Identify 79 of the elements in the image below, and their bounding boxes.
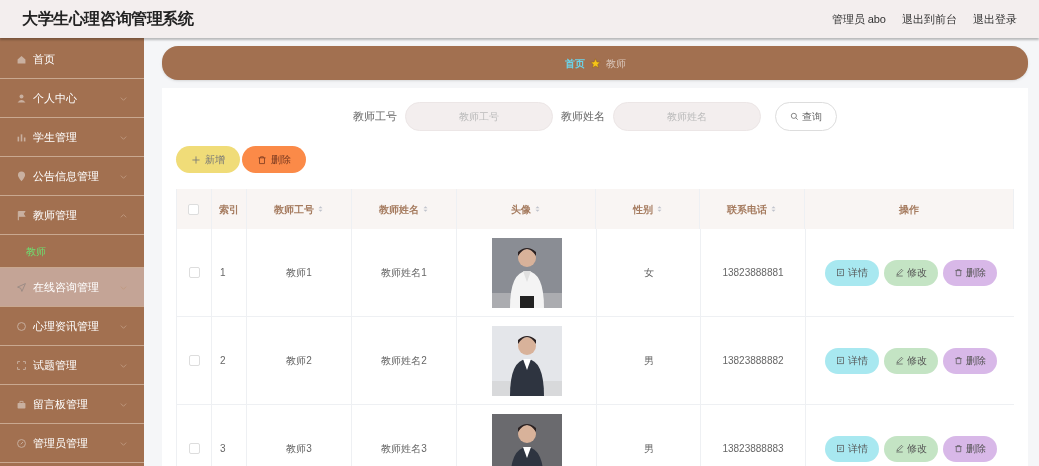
document-icon [835, 356, 845, 365]
column-header[interactable]: 联系电话 [700, 189, 806, 229]
add-button[interactable]: 新增 [176, 146, 240, 173]
app-title: 大学生心理咨询管理系统 [22, 9, 194, 29]
sidebar-item[interactable]: 个人中心 [0, 79, 144, 118]
briefcase-icon [16, 398, 27, 410]
frame-corners-icon [16, 359, 27, 371]
column-header: 操作 [805, 189, 1014, 229]
sidebar-item[interactable]: 心理资讯管理 [0, 307, 144, 346]
delete-button[interactable]: 删除 [942, 347, 997, 374]
trash-icon [257, 154, 267, 165]
circle-icon [16, 320, 27, 332]
column-header[interactable]: 性别 [596, 189, 701, 229]
sidebar-item[interactable]: 管理员管理 [0, 424, 144, 463]
column-header[interactable]: 教师工号 [246, 189, 352, 229]
column-header: 索引 [211, 189, 247, 229]
field-label: 教师工号 [353, 109, 397, 125]
table-cell-text: 2 [220, 354, 226, 368]
document-icon [835, 444, 845, 453]
header-link[interactable]: 退出登录 [973, 10, 1017, 28]
column-header[interactable]: 教师姓名 [351, 189, 457, 229]
pencil-icon [894, 356, 904, 365]
sidebar-item[interactable]: 首页 [0, 40, 144, 79]
table-cell-text: 教师2 [286, 354, 312, 368]
field-label: 教师姓名 [561, 109, 605, 125]
breadcrumb-link[interactable]: 教师 [605, 55, 626, 71]
table-cell-text: 男 [643, 442, 654, 456]
detail-button[interactable]: 详情 [824, 347, 879, 374]
column-header[interactable]: 头像 [456, 189, 597, 229]
user-icon [16, 92, 27, 104]
search-button[interactable]: 查询 [775, 102, 837, 131]
detail-button[interactable]: 详情 [824, 435, 879, 462]
paper-plane-icon [16, 281, 27, 293]
table-cell-text: 13823888881 [722, 266, 784, 280]
table-cell-text: 女 [643, 266, 654, 280]
table-cell-text: 1 [220, 266, 226, 280]
table-cell-text: 教师姓名2 [381, 354, 427, 368]
flag-icon [16, 209, 27, 221]
home-icon [16, 53, 27, 65]
edit-button[interactable]: 修改 [883, 347, 938, 374]
row-checkbox[interactable] [188, 267, 200, 278]
star-icon [589, 57, 601, 69]
sidebar-item[interactable]: 试题管理 [0, 346, 144, 385]
sidebar-item[interactable]: 学生管理 [0, 118, 144, 157]
edit-button[interactable]: 修改 [883, 435, 938, 462]
sidebar-item[interactable]: 公告信息管理 [0, 157, 144, 196]
user-link[interactable]: 管理员 abo [831, 10, 886, 28]
table-cell-text: 13823888882 [722, 354, 784, 368]
delete-button[interactable]: 删除 [242, 146, 306, 173]
table-cell-text: 13823888883 [722, 442, 784, 456]
plus-icon [191, 154, 201, 165]
table-cell-text: 3 [220, 442, 226, 456]
trash-icon [953, 268, 963, 277]
trash-icon [953, 444, 963, 453]
table-cell-text: 教师3 [286, 442, 312, 456]
row-checkbox[interactable] [188, 443, 200, 454]
sidebar-item[interactable]: 教师管理 [0, 196, 144, 235]
location-pin-icon [16, 170, 27, 182]
header-link[interactable]: 退出到前台 [902, 10, 957, 28]
trash-icon [953, 356, 963, 365]
sidebar-item[interactable]: 留言板管理 [0, 385, 144, 424]
table-cell-text: 教师姓名1 [381, 266, 427, 280]
edit-button[interactable]: 修改 [883, 259, 938, 286]
delete-button[interactable]: 删除 [942, 259, 997, 286]
sidebar-item[interactable]: 在线咨询管理 [0, 268, 144, 307]
pencil-icon [894, 268, 904, 277]
table-cell-text: 教师1 [286, 266, 312, 280]
search-icon [790, 112, 799, 121]
pencil-icon [894, 444, 904, 453]
detail-button[interactable]: 详情 [824, 259, 879, 286]
delete-button[interactable]: 删除 [942, 435, 997, 462]
breadcrumb-link[interactable]: 首页 [564, 55, 585, 71]
bar-chart-icon [16, 131, 27, 143]
row-checkbox[interactable] [188, 355, 200, 366]
document-icon [835, 268, 845, 277]
table-cell-text: 男 [643, 354, 654, 368]
select-all-checkbox[interactable] [188, 203, 200, 215]
compass-icon [16, 437, 27, 449]
table-cell-text: 教师姓名3 [381, 442, 427, 456]
